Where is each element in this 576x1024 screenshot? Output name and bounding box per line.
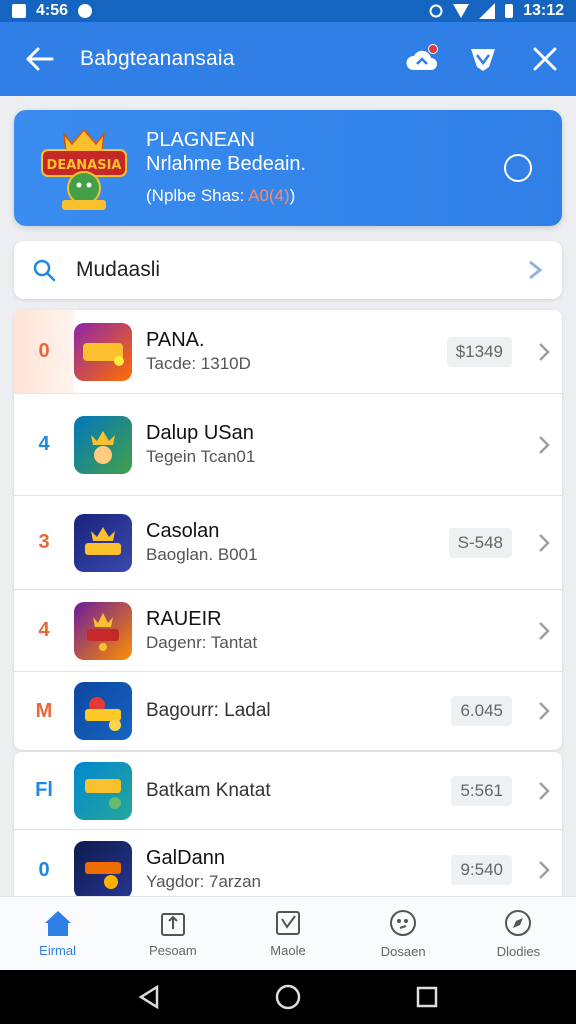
chevron-right-icon [539, 781, 550, 800]
banner-subtitle: Nrlahme Bedeain. [146, 153, 307, 175]
game-list: 0 PANA. Tacde: 1310D $1349 4 Dalup USan … [14, 310, 562, 750]
nav-tab-explore[interactable]: Dlodies [461, 897, 576, 970]
game-list-secondary: Fl Batkam Knatat 5:561 0 GalDann Yagdor:… [14, 752, 562, 910]
game-name: Dalup USan [146, 421, 254, 444]
game-name: RAUEIR [146, 607, 222, 630]
nav-tab-tasks[interactable]: Maole [230, 897, 345, 970]
home-icon [44, 911, 71, 936]
list-item[interactable]: 0 PANA. Tacde: 1310D $1349 [14, 310, 562, 394]
system-home-icon[interactable] [274, 983, 302, 1011]
alarm-icon [429, 4, 443, 18]
game-logo: DEANASIA [36, 120, 132, 216]
list-item[interactable]: M Bagourr: Ladal 6.045 [14, 672, 562, 750]
game-subtitle: Bagourr: Ladal [146, 700, 271, 721]
price-badge: 5:561 [451, 775, 512, 806]
nav-label: Pesoam [148, 943, 197, 958]
system-recents-icon[interactable] [415, 985, 439, 1009]
game-name: GalDann [146, 847, 225, 869]
search-icon [33, 259, 56, 282]
rank-number: Fl [35, 779, 53, 801]
system-back-icon[interactable] [137, 984, 161, 1010]
banner-title: PLAGNEAN [146, 129, 255, 151]
search-input[interactable]: Mudaasli [76, 258, 526, 282]
rank-number: M [35, 699, 53, 722]
game-subtitle: Baoglan. B001 [146, 544, 258, 564]
chevron-right-icon [539, 533, 550, 552]
rank-number: 0 [14, 310, 74, 393]
upload-icon [160, 913, 185, 936]
game-subtitle: Yagdor: 7arzan [146, 872, 261, 891]
chevron-right-icon [539, 342, 550, 361]
nav-tab-chat[interactable]: Dosaen [346, 897, 461, 970]
system-navigation-bar [0, 970, 576, 1024]
check-box-icon [276, 911, 300, 935]
game-icon [74, 513, 132, 572]
rank-number: 3 [38, 531, 50, 553]
price-badge: S-548 [448, 527, 512, 558]
banner-info-highlight: A0(4) [248, 186, 290, 205]
game-icon [74, 761, 132, 820]
back-arrow-icon [26, 47, 54, 71]
back-button[interactable] [0, 22, 80, 96]
app-bar: Babgteanansaia [0, 22, 576, 96]
game-icon [74, 841, 132, 899]
rank-number: 4 [38, 433, 50, 455]
chevron-right-icon [539, 861, 550, 879]
price-badge: 9:540 [451, 855, 512, 885]
featured-banner[interactable]: DEANASIA PLAGNEAN Nrlahme Bedeain. (Nplb… [14, 110, 562, 226]
chevron-right-icon [539, 435, 550, 454]
signal-icon [479, 3, 496, 19]
close-icon [533, 47, 557, 71]
price-badge: $1349 [446, 336, 512, 367]
game-subtitle: Batkam Knatat [146, 779, 271, 801]
nav-tab-upload[interactable]: Pesoam [115, 897, 230, 970]
list-item[interactable]: 3 Casolan Baoglan. B001 S-548 [14, 496, 562, 590]
search-bar[interactable]: Mudaasli [14, 241, 562, 299]
cloud-button[interactable] [390, 22, 452, 96]
game-icon [74, 601, 132, 660]
price-badge: 6.045 [451, 696, 512, 726]
bottom-navigation: Eirmal Pesoam Maole Dosaen Dlodies [0, 896, 576, 970]
chevron-right-icon[interactable] [526, 259, 544, 281]
list-item[interactable]: Fl Batkam Knatat 5:561 [14, 752, 562, 830]
app-notification-icon [78, 4, 93, 18]
banner-select-radio[interactable] [504, 154, 532, 182]
banner-info: (Nplbe Shas: A0(4)) [146, 186, 296, 205]
favorite-button[interactable] [452, 22, 514, 96]
banner-info-prefix: Nplbe Shas: [151, 186, 245, 205]
diamond-icon [471, 49, 495, 71]
game-subtitle: Tegein Tcan01 [146, 446, 256, 466]
status-left-text: 4:56 [36, 2, 69, 19]
chat-icon [390, 910, 417, 936]
status-time: 13:12 [523, 2, 564, 19]
close-button[interactable] [514, 22, 576, 96]
page-title: Babgteanansaia [80, 47, 235, 70]
game-subtitle: Tacde: 1310D [146, 353, 251, 373]
nav-label: Dlodies [496, 944, 541, 959]
chevron-right-icon [539, 702, 550, 720]
rank-number: 0 [38, 858, 50, 881]
svg-text:DEANASIA: DEANASIA [47, 158, 122, 173]
game-icon [74, 322, 132, 381]
game-icon [74, 415, 132, 474]
crown-logo-icon: DEANASIA [41, 128, 127, 210]
compass-icon [505, 910, 532, 936]
rank-number: 4 [38, 619, 50, 641]
nav-label: Dosaen [380, 944, 426, 959]
wifi-icon [453, 4, 470, 18]
list-item[interactable]: 4 RAUEIR Dagenr: Tantat [14, 590, 562, 672]
status-bar: 4:56 13:12 [0, 0, 576, 22]
battery-icon [505, 4, 514, 18]
game-name: PANA. [146, 328, 205, 351]
nav-label: Eirmal [39, 943, 77, 958]
notification-badge [428, 44, 438, 54]
game-subtitle: Dagenr: Tantat [146, 632, 258, 652]
chevron-right-icon [539, 621, 550, 640]
gallery-notification-icon [12, 4, 26, 18]
list-item[interactable]: 4 Dalup USan Tegein Tcan01 [14, 394, 562, 496]
nav-label: Maole [270, 943, 306, 958]
nav-tab-home[interactable]: Eirmal [0, 897, 115, 970]
game-icon [74, 682, 132, 740]
game-name: Casolan [146, 519, 220, 542]
